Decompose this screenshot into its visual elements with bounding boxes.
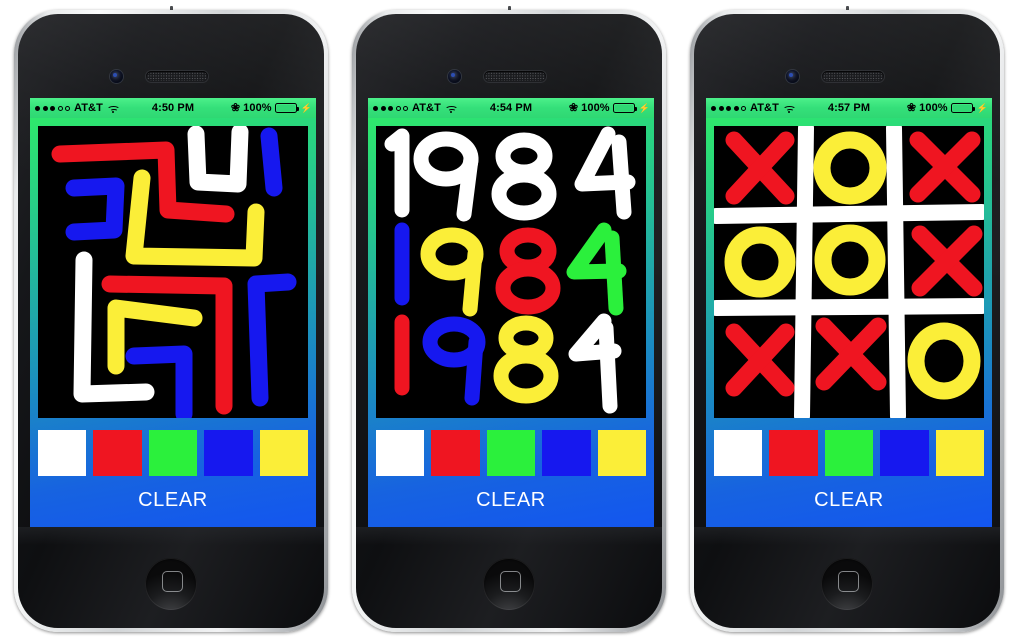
- front-camera-icon: [110, 70, 123, 83]
- home-button[interactable]: [145, 558, 197, 610]
- battery-icon: [950, 103, 976, 113]
- screenshot-stage: AT&T 4:50 PM ❀ 100% ⚡ CLEAR AT&T 4:54 PM…: [0, 0, 1024, 642]
- phone-body: AT&T 4:54 PM ❀ 100% ⚡ CLEAR: [356, 14, 662, 628]
- front-camera-icon: [448, 70, 461, 83]
- phone-2: AT&T 4:54 PM ❀ 100% ⚡ CLEAR: [352, 6, 666, 632]
- battery-icon: [612, 103, 638, 113]
- clear-button[interactable]: CLEAR: [376, 480, 646, 520]
- drawing-canvas[interactable]: [376, 126, 646, 418]
- phone-body: AT&T 4:57 PM ❀ 100% ⚡ CLEAR: [694, 14, 1000, 628]
- phone-2-screen: AT&T 4:54 PM ❀ 100% ⚡ CLEAR: [368, 98, 654, 527]
- color-swatch-green[interactable]: [486, 430, 536, 476]
- phone-1-screen: AT&T 4:50 PM ❀ 100% ⚡ CLEAR: [30, 98, 316, 527]
- color-swatch-white[interactable]: [376, 430, 425, 476]
- earpiece-speaker: [822, 71, 884, 82]
- color-swatch-red[interactable]: [431, 430, 480, 476]
- color-swatch-blue[interactable]: [542, 430, 591, 476]
- bezel-shade: [694, 527, 1000, 545]
- drawing-strokes-1: [51, 126, 297, 418]
- color-swatch-green[interactable]: [148, 430, 198, 476]
- color-swatch-green[interactable]: [824, 430, 874, 476]
- drawing-strokes-2: [384, 126, 636, 414]
- clock-label: 4:57 PM: [827, 102, 871, 114]
- home-square-icon: [161, 571, 183, 592]
- home-button[interactable]: [821, 558, 873, 610]
- color-swatch-blue[interactable]: [880, 430, 929, 476]
- color-swatch-yellow[interactable]: [259, 430, 309, 476]
- color-palette: [38, 430, 309, 476]
- phone-1: AT&T 4:50 PM ❀ 100% ⚡ CLEAR: [14, 6, 328, 632]
- phone-body: AT&T 4:50 PM ❀ 100% ⚡ CLEAR: [18, 14, 324, 628]
- battery-icon: [274, 103, 300, 113]
- phone-3-screen: AT&T 4:57 PM ❀ 100% ⚡ CLEAR: [706, 98, 992, 527]
- drawing-canvas[interactable]: [714, 126, 984, 418]
- status-bar: AT&T 4:54 PM ❀ 100% ⚡: [368, 98, 654, 118]
- phone-3: AT&T 4:57 PM ❀ 100% ⚡ CLEAR: [690, 6, 1004, 632]
- color-swatch-red[interactable]: [769, 430, 818, 476]
- color-swatch-yellow[interactable]: [597, 430, 647, 476]
- clock-label: 4:50 PM: [151, 102, 195, 114]
- earpiece-speaker: [146, 71, 208, 82]
- clear-button[interactable]: CLEAR: [38, 480, 308, 520]
- drawing-canvas[interactable]: [38, 126, 308, 418]
- color-swatch-white[interactable]: [714, 430, 763, 476]
- drawing-strokes-3: [714, 126, 984, 418]
- color-swatch-blue[interactable]: [204, 430, 253, 476]
- home-square-icon: [499, 571, 521, 592]
- color-palette: [714, 430, 985, 476]
- clock-label: 4:54 PM: [489, 102, 533, 114]
- status-bar: AT&T 4:50 PM ❀ 100% ⚡: [30, 98, 316, 118]
- drawing-app: CLEAR: [706, 118, 992, 527]
- front-camera-icon: [786, 70, 799, 83]
- clear-button[interactable]: CLEAR: [714, 480, 984, 520]
- home-square-icon: [837, 571, 859, 592]
- bezel-shade: [356, 527, 662, 545]
- drawing-app: CLEAR: [30, 118, 316, 527]
- color-palette: [376, 430, 647, 476]
- status-bar: AT&T 4:57 PM ❀ 100% ⚡: [706, 98, 992, 118]
- color-swatch-yellow[interactable]: [935, 430, 985, 476]
- color-swatch-white[interactable]: [38, 430, 87, 476]
- earpiece-speaker: [484, 71, 546, 82]
- home-button[interactable]: [483, 558, 535, 610]
- color-swatch-red[interactable]: [93, 430, 142, 476]
- drawing-app: CLEAR: [368, 118, 654, 527]
- bezel-shade: [18, 527, 324, 545]
